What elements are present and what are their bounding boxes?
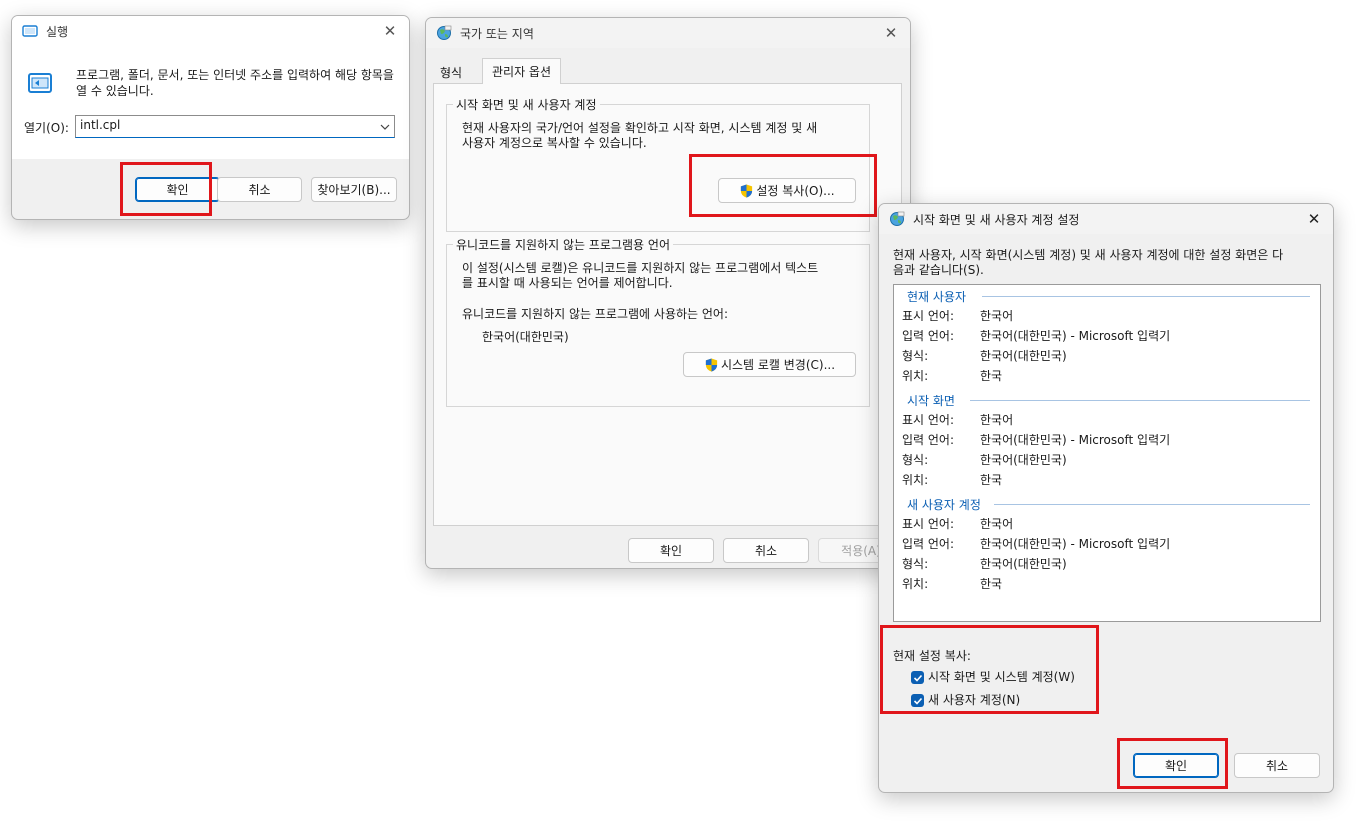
row-value: 한국어(대한민국) - Microsoft 입력기 — [980, 433, 1171, 447]
change-locale-label: 시스템 로캘 변경(C)... — [720, 358, 836, 372]
row-label: 위치: — [902, 369, 929, 383]
run-browse-button[interactable]: 찾아보기(B)... — [311, 177, 397, 202]
run-dialog: 실행 ✕ 프로그램, 폴더, 문서, 또는 인터넷 주소를 입력하여 해당 항목… — [11, 15, 410, 220]
row-value: 한국 — [980, 369, 1003, 383]
run-cancel-button[interactable]: 취소 — [217, 177, 302, 202]
run-title: 실행 — [46, 24, 69, 39]
run-description: 프로그램, 폴더, 문서, 또는 인터넷 주소를 입력하여 해당 항목을 열 수… — [76, 68, 394, 98]
close-icon[interactable]: ✕ — [878, 21, 904, 45]
section-divider — [970, 400, 1310, 401]
checkmark-icon — [913, 674, 922, 682]
settings-titlebar[interactable]: 시작 화면 및 새 사용자 계정 설정 ✕ — [879, 204, 1333, 234]
uac-shield-icon — [705, 357, 718, 372]
current-locale-value: 한국어(대한민국) — [482, 330, 569, 344]
row-label: 표시 언어: — [902, 413, 955, 427]
row-value: 한국어(대한민국) - Microsoft 입력기 — [980, 329, 1171, 343]
tab-admin-options[interactable]: 관리자 옵션 — [482, 58, 561, 84]
current-locale-label: 유니코드를 지원하지 않는 프로그램에 사용하는 언어: — [462, 307, 728, 321]
row-label: 위치: — [902, 473, 929, 487]
row-value: 한국어 — [980, 309, 1014, 323]
settings-listbox[interactable]: 현재 사용자 표시 언어: 한국어 입력 언어: 한국어(대한민국) - Mic… — [893, 284, 1321, 622]
region-ok-button[interactable]: 확인 — [628, 538, 714, 563]
checkmark-icon — [913, 697, 922, 705]
region-titlebar[interactable]: 국가 또는 지역 ✕ — [426, 18, 910, 48]
row-label: 표시 언어: — [902, 309, 955, 323]
copy-settings-button[interactable]: 설정 복사(O)... — [718, 178, 856, 203]
section-heading-new-user: 새 사용자 계정 — [907, 498, 981, 512]
row-value: 한국 — [980, 473, 1003, 487]
settings-title: 시작 화면 및 새 사용자 계정 설정 — [913, 212, 1080, 227]
row-label: 입력 언어: — [902, 433, 955, 447]
section-heading-welcome-screen: 시작 화면 — [907, 394, 955, 408]
welcome-screen-group-label: 시작 화면 및 새 사용자 계정 — [453, 96, 600, 113]
checkbox-new-user[interactable] — [911, 694, 924, 707]
unicode-group-label: 유니코드를 지원하지 않는 프로그램용 언어 — [453, 236, 673, 253]
section-divider — [982, 296, 1310, 297]
copy-settings-label: 설정 복사(O)... — [756, 184, 835, 198]
row-label: 표시 언어: — [902, 517, 955, 531]
row-value: 한국어(대한민국) — [980, 557, 1067, 571]
chevron-down-icon[interactable] — [380, 122, 390, 132]
section-heading-current-user: 현재 사용자 — [907, 290, 967, 304]
settings-cancel-button[interactable]: 취소 — [1234, 753, 1320, 778]
globe-icon — [437, 25, 452, 40]
close-icon[interactable]: ✕ — [377, 19, 403, 43]
run-titlebar[interactable]: 실행 ✕ — [12, 16, 409, 46]
row-label: 형식: — [902, 557, 929, 571]
close-icon[interactable]: ✕ — [1301, 207, 1327, 231]
region-title: 국가 또는 지역 — [460, 26, 534, 41]
row-value: 한국어 — [980, 413, 1014, 427]
change-locale-button[interactable]: 시스템 로캘 변경(C)... — [683, 352, 856, 377]
row-value: 한국 — [980, 577, 1003, 591]
open-combobox[interactable]: intl.cpl — [75, 115, 395, 138]
unicode-desc-line1: 이 설정(시스템 로캘)은 유니코드를 지원하지 않는 프로그램에서 텍스트 — [462, 261, 819, 275]
row-label: 위치: — [902, 577, 929, 591]
checkbox-new-user-label[interactable]: 새 사용자 계정(N) — [928, 692, 1020, 708]
open-label: 열기(O): — [24, 121, 69, 135]
row-value: 한국어 — [980, 517, 1014, 531]
section-divider — [994, 504, 1310, 505]
globe-icon — [890, 211, 905, 226]
uac-shield-icon — [741, 183, 753, 198]
row-label: 입력 언어: — [902, 329, 955, 343]
unicode-desc-line2: 를 표시할 때 사용되는 언어를 제어합니다. — [462, 276, 673, 290]
row-label: 형식: — [902, 453, 929, 467]
settings-desc-line2: 음과 같습니다(S). — [893, 263, 984, 277]
tab-format[interactable]: 형식 — [434, 62, 482, 84]
region-dialog: 국가 또는 지역 ✕ 형식 관리자 옵션 시작 화면 및 새 사용자 계정 현재… — [425, 17, 911, 569]
copy-current-label: 현재 설정 복사: — [893, 649, 971, 663]
settings-dialog: 시작 화면 및 새 사용자 계정 설정 ✕ 현재 사용자, 시작 화면(시스템 … — [878, 203, 1334, 793]
checkbox-welcome-screen[interactable] — [911, 671, 924, 684]
region-cancel-button[interactable]: 취소 — [723, 538, 809, 563]
row-label: 형식: — [902, 349, 929, 363]
settings-desc-line1: 현재 사용자, 시작 화면(시스템 계정) 및 새 사용자 계정에 대한 설정 … — [893, 248, 1284, 262]
row-value: 한국어(대한민국) — [980, 349, 1067, 363]
run-body — [12, 46, 409, 159]
row-value: 한국어(대한민국) — [980, 453, 1067, 467]
row-value: 한국어(대한민국) - Microsoft 입력기 — [980, 537, 1171, 551]
open-input-value[interactable]: intl.cpl — [80, 118, 120, 132]
welcome-desc-line1: 현재 사용자의 국가/언어 설정을 확인하고 시작 화면, 시스템 계정 및 새 — [462, 121, 818, 135]
row-label: 입력 언어: — [902, 537, 955, 551]
welcome-desc-line2: 사용자 계정으로 복사할 수 있습니다. — [462, 136, 647, 150]
run-app-icon — [22, 25, 38, 37]
checkbox-welcome-label[interactable]: 시작 화면 및 시스템 계정(W) — [928, 669, 1075, 685]
run-ok-button[interactable]: 확인 — [135, 177, 220, 202]
settings-ok-button[interactable]: 확인 — [1133, 753, 1219, 778]
run-program-icon — [28, 73, 52, 93]
